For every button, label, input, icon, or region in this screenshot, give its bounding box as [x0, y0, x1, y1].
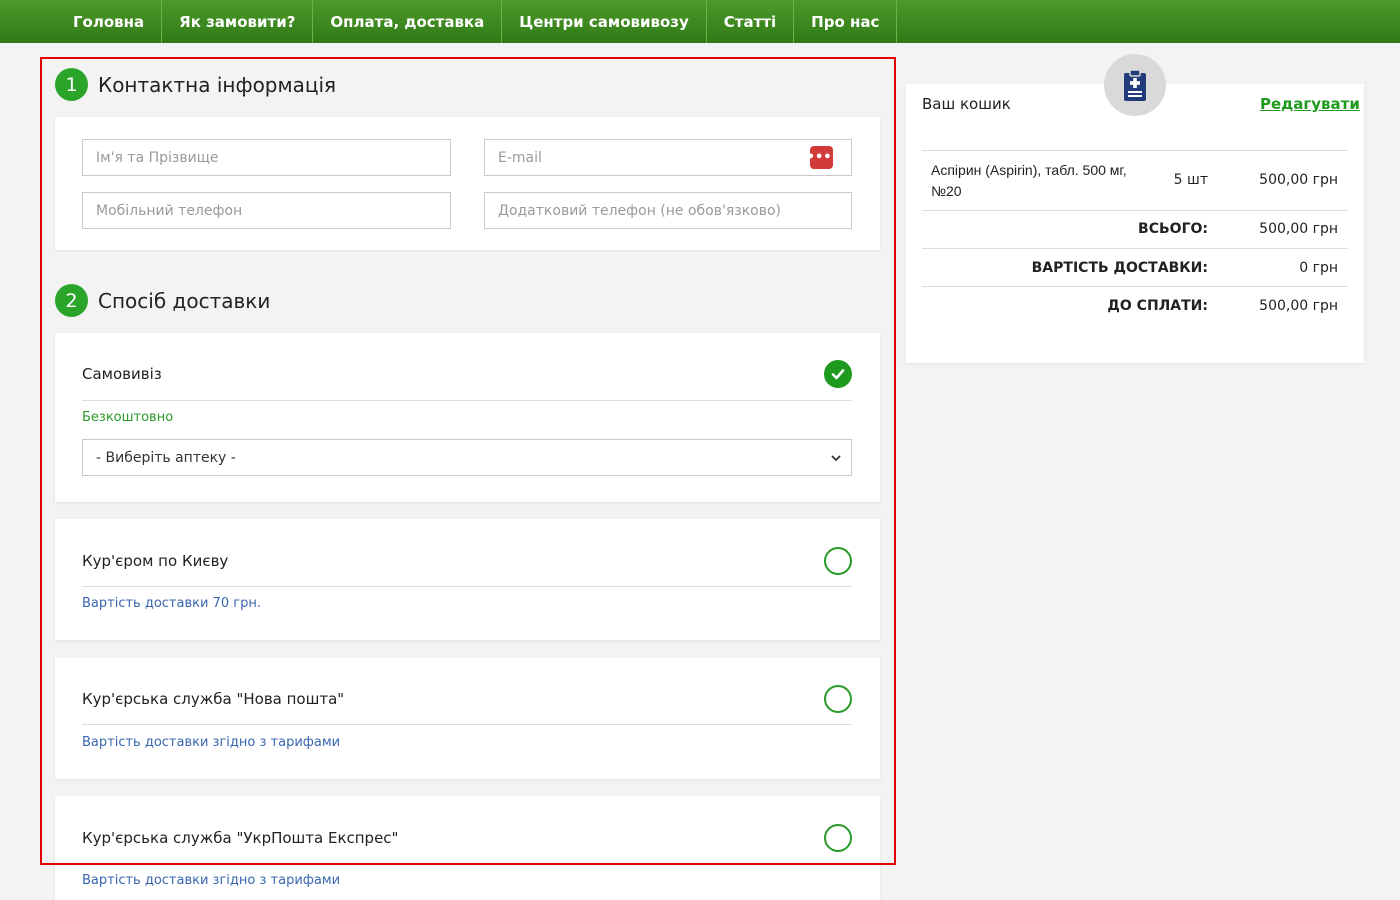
delivery-option-title: Кур'єрська служба "Нова пошта" — [82, 690, 345, 708]
chevron-down-icon — [831, 455, 841, 462]
delivery-option-radio[interactable] — [824, 824, 852, 852]
nav-menu: Головна Як замовити? Оплата, доставка Це… — [55, 0, 898, 43]
delivery-option-price: Вартість доставки згідно з тарифами — [82, 873, 341, 888]
cart-item-price: 500,00 грн — [1259, 172, 1338, 188]
check-icon — [831, 369, 845, 380]
delivery-option-title: Кур'єрська служба "УкрПошта Експрес" — [82, 829, 399, 847]
cart-pay-label: ДО СПЛАТИ: — [1107, 298, 1208, 314]
divider — [922, 248, 1348, 249]
delivery-option-radio[interactable] — [824, 547, 852, 575]
nav-item-about[interactable]: Про нас — [794, 0, 898, 43]
delivery-option-nova-poshta[interactable] — [55, 658, 880, 779]
full-name-input[interactable] — [82, 139, 451, 176]
top-navigation: Головна Як замовити? Оплата, доставка Це… — [0, 0, 1400, 43]
delivery-option-pickup[interactable] — [55, 333, 880, 502]
nav-item-pickup-centers[interactable]: Центри самовивозу — [502, 0, 707, 43]
delivery-option-courier-kyiv[interactable] — [55, 519, 880, 640]
cart-shipping-label: ВАРТІСТЬ ДОСТАВКИ: — [1031, 260, 1208, 276]
nav-item-articles[interactable]: Статті — [707, 0, 795, 43]
mobile-phone-input[interactable] — [82, 192, 451, 229]
divider — [922, 150, 1348, 151]
cart-item-quantity: 5 шт — [1173, 172, 1208, 188]
cart-title: Ваш кошик — [922, 95, 1011, 113]
step-number-badge: 2 — [55, 284, 88, 317]
divider — [82, 724, 852, 725]
cart-icon-badge — [1104, 54, 1166, 116]
contact-section-title: Контактна інформація — [98, 72, 337, 97]
clipboard-medical-icon — [1124, 69, 1146, 101]
nav-item-how-to-order[interactable]: Як замовити? — [162, 0, 314, 43]
delivery-option-price: Безкоштовно — [82, 410, 174, 425]
password-manager-icon[interactable]: •••| — [807, 146, 836, 169]
delivery-option-title: Самовивіз — [82, 365, 162, 383]
divider — [82, 586, 852, 587]
contact-section-header: 1 Контактна інформація — [55, 68, 336, 101]
cart-total-label: ВСЬОГО: — [1138, 221, 1208, 237]
delivery-section-header: 2 Спосіб доставки — [55, 284, 270, 317]
contact-card — [55, 117, 880, 250]
divider — [922, 286, 1348, 287]
cart-item-name: Аспірин (Aspirin), табл. 500 мг, №20 — [931, 162, 1127, 199]
divider — [922, 210, 1348, 211]
pharmacy-select-value: - Виберіть аптеку - — [96, 449, 236, 466]
cart-total-value: 500,00 грн — [1259, 221, 1338, 237]
delivery-option-title: Кур'єром по Києву — [82, 552, 229, 570]
cart-pay-value: 500,00 грн — [1259, 298, 1338, 314]
delivery-option-radio-checked[interactable] — [824, 360, 852, 388]
additional-phone-input[interactable] — [484, 192, 852, 229]
delivery-option-price: Вартість доставки згідно з тарифами — [82, 735, 341, 750]
cart-edit-link[interactable]: Редагувати — [1260, 95, 1360, 113]
cart-shipping-value: 0 грн — [1299, 260, 1338, 276]
step-number-badge: 1 — [55, 68, 88, 101]
nav-item-home[interactable]: Головна — [55, 0, 163, 43]
pharmacy-select[interactable]: - Виберіть аптеку - — [82, 439, 852, 476]
delivery-option-price: Вартість доставки 70 грн. — [82, 596, 261, 611]
nav-item-payment-delivery[interactable]: Оплата, доставка — [313, 0, 503, 43]
email-input[interactable] — [484, 139, 852, 176]
divider — [82, 400, 852, 401]
delivery-section-title: Спосіб доставки — [98, 288, 271, 313]
delivery-option-radio[interactable] — [824, 685, 852, 713]
